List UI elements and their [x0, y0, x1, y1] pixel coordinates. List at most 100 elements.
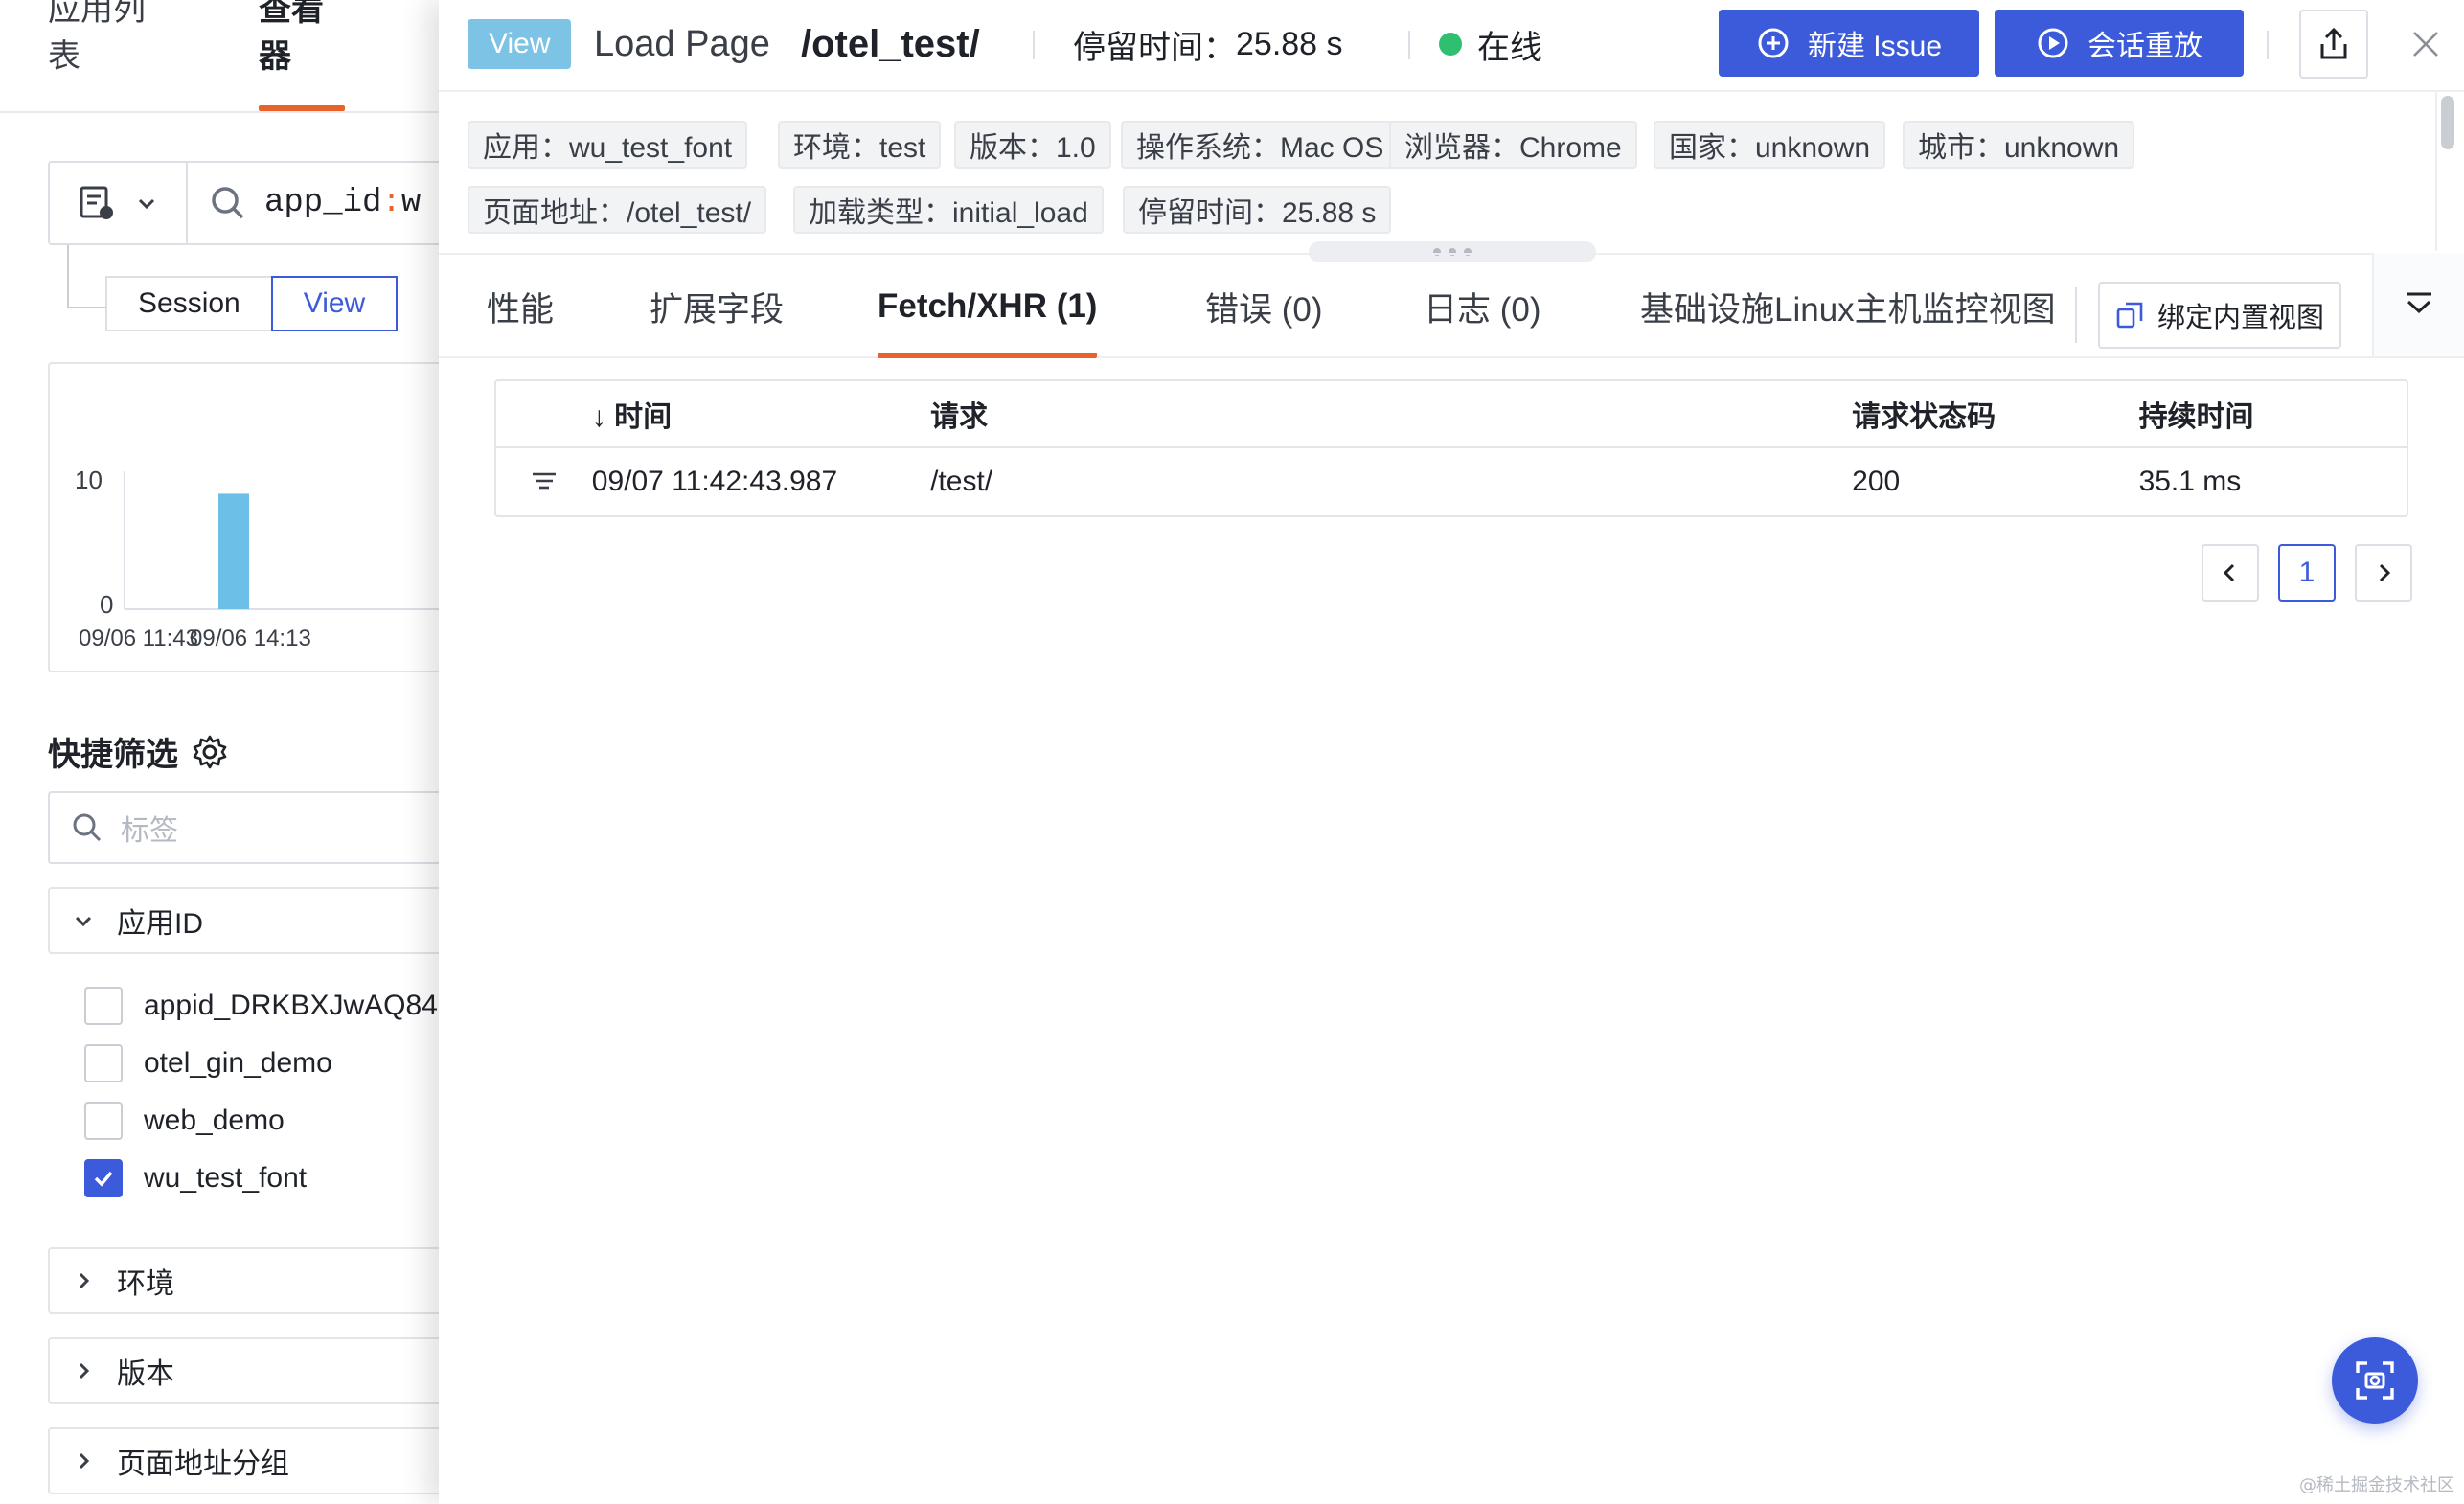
histogram-bar[interactable] [218, 493, 249, 609]
checkbox[interactable] [84, 1044, 123, 1082]
tab-linux-host-view[interactable]: 基础设施Linux主机监控视图 [1640, 255, 2056, 358]
online-status-label: 在线 [1477, 29, 1542, 66]
column-header-time[interactable]: ↓ 时间 [592, 393, 930, 435]
tag-search-placeholder: 标签 [121, 815, 178, 847]
filter-option[interactable]: otel_gin_demo [84, 1044, 332, 1082]
attr-tag: 应用：wu_test_font [468, 121, 748, 169]
tab-fetch-xhr[interactable]: Fetch/XHR (1) [878, 255, 1098, 358]
tab-performance[interactable]: 性能 [487, 255, 554, 358]
play-circle-icon [2038, 28, 2068, 58]
session-replay-label: 会话重放 [2088, 31, 2202, 62]
tab-errors[interactable]: 错误 (0) [1205, 255, 1323, 358]
cell-duration: 35.1 ms [2138, 466, 2242, 497]
attr-tag: 停留时间：25.88 s [1123, 186, 1392, 234]
column-header-duration: 持续时间 [2138, 401, 2254, 433]
filter-group-version[interactable]: 版本 [48, 1337, 441, 1404]
link-view-icon [2116, 302, 2143, 329]
filter-option[interactable]: wu_test_font [84, 1159, 307, 1197]
filter-option-label: appid_DRKBXJwAQ84 [144, 990, 438, 1021]
tab-logs[interactable]: 日志 (0) [1424, 255, 1541, 358]
chevron-left-icon [2223, 563, 2235, 582]
query-key: app_id [264, 185, 382, 221]
chevron-right-icon [2379, 563, 2391, 582]
chevron-right-icon [79, 1452, 90, 1470]
next-page-button[interactable] [2355, 544, 2412, 602]
checkbox[interactable] [84, 1102, 123, 1140]
query-input[interactable]: app_id:w [188, 184, 421, 222]
plus-circle-icon [1758, 28, 1789, 58]
page-number[interactable]: 1 [2278, 544, 2336, 602]
filter-group-label: 版本 [117, 1358, 174, 1390]
histogram-svg: 10 0 09/06 11:43 09/06 14:13 [75, 466, 441, 651]
attr-tag: 操作系统：Mac OS [1121, 121, 1400, 169]
check-icon [94, 1171, 113, 1187]
cell-time: 09/07 11:42:43.987 [591, 466, 838, 497]
collapse-tabs-button[interactable] [2372, 253, 2464, 356]
filter-group-label: 页面地址分组 [117, 1448, 289, 1480]
attr-tag: 浏览器：Chrome [1389, 121, 1637, 169]
close-button[interactable] [2403, 21, 2449, 67]
x-tick-label: 09/06 11:43 [79, 626, 198, 651]
page-title-path: /otel_test/ [801, 22, 980, 65]
nav-tab-viewer[interactable]: 查看器 [259, 0, 345, 111]
stay-time-value: 25.88 s [1236, 25, 1343, 62]
chevron-right-icon [79, 1272, 90, 1289]
chevron-down-icon [75, 916, 92, 927]
collapse-icon [2407, 292, 2431, 314]
filter-group-env[interactable]: 环境 [48, 1247, 441, 1314]
share-button[interactable] [2299, 10, 2368, 79]
histogram-chart: 10 0 09/06 11:43 09/06 14:13 [48, 362, 441, 672]
attr-tag: 环境：test [778, 121, 942, 169]
screenshot-icon [2356, 1361, 2394, 1400]
filter-option-label: otel_gin_demo [144, 1047, 332, 1079]
watermark: @稀土掘金技术社区 [2299, 1475, 2454, 1495]
segment-session[interactable]: Session [105, 276, 273, 331]
query-type-icon [80, 186, 113, 219]
tag-search-input[interactable]: 标签 [48, 791, 441, 864]
prev-page-button[interactable] [2202, 544, 2259, 602]
attr-tag: 版本：1.0 [954, 121, 1111, 169]
attr-tag: 页面地址：/otel_test/ [468, 186, 767, 234]
filter-option[interactable]: web_demo [84, 1102, 285, 1140]
view-detail-drawer: View Load Page /otel_test/ 停留时间： 25.88 s… [439, 0, 2464, 1504]
bind-builtin-view-label: 绑定内置视图 [2157, 303, 2325, 333]
filter-group-page-url[interactable]: 页面地址分组 [48, 1427, 441, 1494]
tab-extended-fields[interactable]: 扩展字段 [650, 255, 784, 358]
viewer-page: 应用列表 查看器 app_id:w Session View 10 0 09/0… [0, 0, 441, 1504]
online-status: 在线 [1439, 19, 1542, 69]
screenshot-fab[interactable] [2332, 1337, 2418, 1424]
online-dot-icon [1439, 33, 1462, 56]
cell-status: 200 [1852, 466, 1901, 497]
filter-option-label: web_demo [144, 1105, 285, 1136]
segment-view[interactable]: View [270, 276, 399, 331]
query-value: w [400, 185, 422, 221]
quick-filter-title: 快捷筛选 [48, 728, 228, 775]
checkbox-checked[interactable] [84, 1159, 123, 1197]
detail-list-icon[interactable] [530, 467, 559, 496]
bind-builtin-view-button[interactable]: 绑定内置视图 [2098, 282, 2342, 349]
fetch-xhr-table: ↓ 时间 请求 请求状态码 持续时间 09/07 11:42:43.987 /t… [494, 379, 2408, 517]
view-badge: View [468, 19, 572, 69]
gear-icon[interactable] [192, 734, 228, 770]
filter-group-app-id[interactable]: 应用ID [48, 887, 441, 954]
query-type-select[interactable] [50, 163, 188, 243]
query-bar: app_id:w [48, 161, 441, 245]
attr-tag: 国家：unknown [1654, 121, 1886, 169]
chevron-right-icon [79, 1362, 90, 1379]
search-icon [212, 187, 244, 219]
divider [2267, 31, 2269, 59]
chevron-down-icon [138, 198, 155, 210]
divider [2075, 287, 2077, 343]
filter-group-label: 环境 [117, 1268, 174, 1300]
checkbox[interactable] [84, 987, 123, 1025]
filter-option[interactable]: appid_DRKBXJwAQ84 [84, 987, 438, 1025]
scrollbar-thumb[interactable] [2441, 96, 2454, 149]
cell-request: /test/ [930, 466, 993, 497]
new-issue-button[interactable]: 新建 Issue [1719, 10, 1979, 77]
nav-tab-app-list[interactable]: 应用列表 [48, 0, 163, 111]
table-row[interactable]: 09/07 11:42:43.987 /test/ 200 35.1 ms [496, 448, 2407, 515]
filter-option-label: wu_test_font [144, 1162, 308, 1194]
stay-time-label: 停留时间： [1073, 29, 1236, 66]
drawer-header: View Load Page /otel_test/ 停留时间： 25.88 s… [439, 0, 2464, 92]
session-replay-button[interactable]: 会话重放 [1995, 10, 2244, 77]
